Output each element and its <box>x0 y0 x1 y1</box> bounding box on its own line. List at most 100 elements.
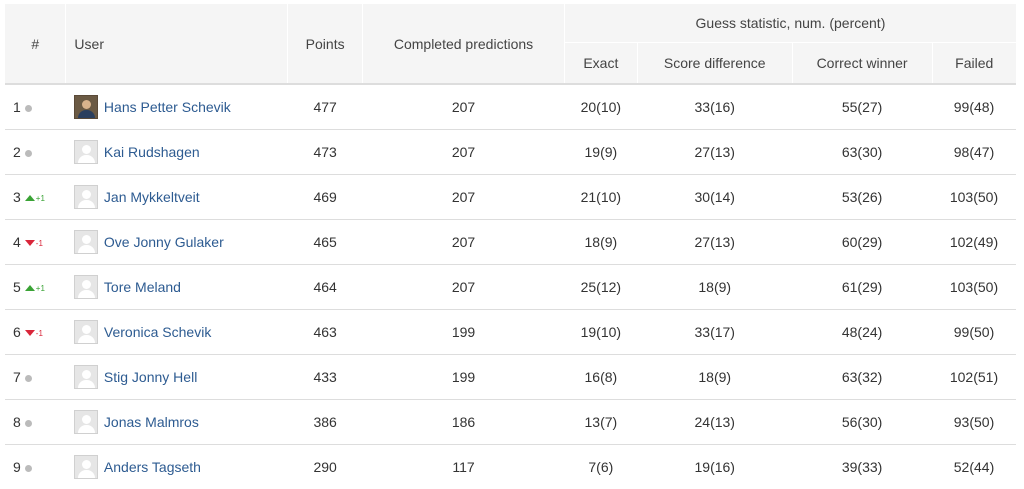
rank-cell: 9 <box>5 445 66 489</box>
correct-winner-cell: 53(26) <box>792 175 932 220</box>
exact-cell: 13(7) <box>564 400 637 445</box>
failed-cell: 102(49) <box>932 220 1016 265</box>
rank-up-icon <box>25 285 35 291</box>
correct-winner-cell: 60(29) <box>792 220 932 265</box>
points-cell: 469 <box>288 175 363 220</box>
completed-cell: 207 <box>363 175 565 220</box>
col-completed-header: Completed predictions <box>363 4 565 84</box>
avatar-icon[interactable] <box>74 185 98 209</box>
rank-number: 5 <box>13 279 21 295</box>
score-difference-cell: 18(9) <box>637 265 792 310</box>
rank-cell: 6-1 <box>5 310 66 355</box>
leaderboard-table: # User Points Completed predictions Gues… <box>5 4 1016 489</box>
points-cell: 477 <box>288 84 363 130</box>
avatar-icon[interactable] <box>74 410 98 434</box>
points-cell: 465 <box>288 220 363 265</box>
user-link[interactable]: Kai Rudshagen <box>104 144 200 160</box>
user-link[interactable]: Ove Jonny Gulaker <box>104 234 224 250</box>
correct-winner-cell: 39(33) <box>792 445 932 489</box>
rank-change: -1 <box>36 239 43 248</box>
col-score-difference-header: Score difference <box>637 43 792 85</box>
rank-number: 8 <box>13 414 21 430</box>
user-cell: Jan Mykkeltveit <box>66 175 288 220</box>
rank-down-icon <box>25 240 35 246</box>
avatar-icon[interactable] <box>74 275 98 299</box>
correct-winner-cell: 56(30) <box>792 400 932 445</box>
failed-cell: 93(50) <box>932 400 1016 445</box>
exact-cell: 19(9) <box>564 130 637 175</box>
rank-cell: 8 <box>5 400 66 445</box>
rank-unchanged-icon <box>25 465 32 472</box>
rank-cell: 5 +1 <box>5 265 66 310</box>
failed-cell: 98(47) <box>932 130 1016 175</box>
points-cell: 290 <box>288 445 363 489</box>
completed-cell: 199 <box>363 310 565 355</box>
completed-cell: 207 <box>363 220 565 265</box>
rank-cell: 3+1 <box>5 175 66 220</box>
table-row: 3+1 Jan Mykkeltveit 46920721(10)30(14)53(2… <box>5 175 1016 220</box>
user-link[interactable]: Anders Tagseth <box>104 459 201 475</box>
score-difference-cell: 27(13) <box>637 220 792 265</box>
failed-cell: 103(50) <box>932 175 1016 220</box>
correct-winner-cell: 48(24) <box>792 310 932 355</box>
rank-number: 9 <box>13 459 21 475</box>
user-cell: Anders Tagseth <box>66 445 288 489</box>
completed-cell: 207 <box>363 130 565 175</box>
user-link[interactable]: Hans Petter Schevik <box>104 99 231 115</box>
correct-winner-cell: 63(32) <box>792 355 932 400</box>
correct-winner-cell: 55(27) <box>792 84 932 130</box>
rank-cell: 1 <box>5 84 66 130</box>
completed-cell: 186 <box>363 400 565 445</box>
guess-statistic-header: Guess statistic, num. (percent) <box>564 4 1016 43</box>
points-cell: 433 <box>288 355 363 400</box>
user-link[interactable]: Veronica Schevik <box>104 324 211 340</box>
points-cell: 464 <box>288 265 363 310</box>
completed-cell: 117 <box>363 445 565 489</box>
points-cell: 463 <box>288 310 363 355</box>
exact-cell: 7(6) <box>564 445 637 489</box>
failed-cell: 99(50) <box>932 310 1016 355</box>
failed-cell: 103(50) <box>932 265 1016 310</box>
rank-number: 4 <box>13 234 21 250</box>
user-cell: Ove Jonny Gulaker <box>66 220 288 265</box>
score-difference-cell: 24(13) <box>637 400 792 445</box>
user-cell: Veronica Schevik <box>66 310 288 355</box>
score-difference-cell: 33(17) <box>637 310 792 355</box>
score-difference-cell: 33(16) <box>637 84 792 130</box>
user-link[interactable]: Jonas Malmros <box>104 414 199 430</box>
avatar-icon[interactable] <box>74 230 98 254</box>
completed-cell: 199 <box>363 355 565 400</box>
rank-number: 7 <box>13 369 21 385</box>
col-exact-header: Exact <box>564 43 637 85</box>
col-points-header: Points <box>288 4 363 84</box>
user-cell: Hans Petter Schevik <box>66 84 288 130</box>
col-correct-winner-header: Correct winner <box>792 43 932 85</box>
rank-number: 2 <box>13 144 21 160</box>
user-cell: Tore Meland <box>66 265 288 310</box>
user-link[interactable]: Tore Meland <box>104 279 181 295</box>
avatar-icon[interactable] <box>74 365 98 389</box>
user-cell: Stig Jonny Hell <box>66 355 288 400</box>
exact-cell: 19(10) <box>564 310 637 355</box>
avatar-icon[interactable] <box>74 320 98 344</box>
exact-cell: 25(12) <box>564 265 637 310</box>
avatar-icon[interactable] <box>74 140 98 164</box>
score-difference-cell: 30(14) <box>637 175 792 220</box>
rank-number: 6 <box>13 324 21 340</box>
table-row: 7Stig Jonny Hell43319916(8)18(9)63(32)10… <box>5 355 1016 400</box>
leaderboard-body: 1Hans Petter Schevik47720720(10)33(16)55… <box>5 84 1016 489</box>
avatar-icon[interactable] <box>74 455 98 479</box>
table-row: 2Kai Rudshagen47320719(9)27(13)63(30)98(… <box>5 130 1016 175</box>
rank-up-icon <box>25 195 35 201</box>
avatar-icon[interactable] <box>74 95 98 119</box>
exact-cell: 16(8) <box>564 355 637 400</box>
user-link[interactable]: Jan Mykkeltveit <box>104 189 200 205</box>
col-failed-header: Failed <box>932 43 1016 85</box>
rank-change: +1 <box>36 284 45 293</box>
rank-unchanged-icon <box>25 375 32 382</box>
failed-cell: 52(44) <box>932 445 1016 489</box>
exact-cell: 21(10) <box>564 175 637 220</box>
table-row: 5+1Tore Meland46420725(12)18(9)61(29)103… <box>5 265 1016 310</box>
user-link[interactable]: Stig Jonny Hell <box>104 369 197 385</box>
table-row: 6-1 Veronica Schevik 46319919(10)33(17)48(… <box>5 310 1016 355</box>
